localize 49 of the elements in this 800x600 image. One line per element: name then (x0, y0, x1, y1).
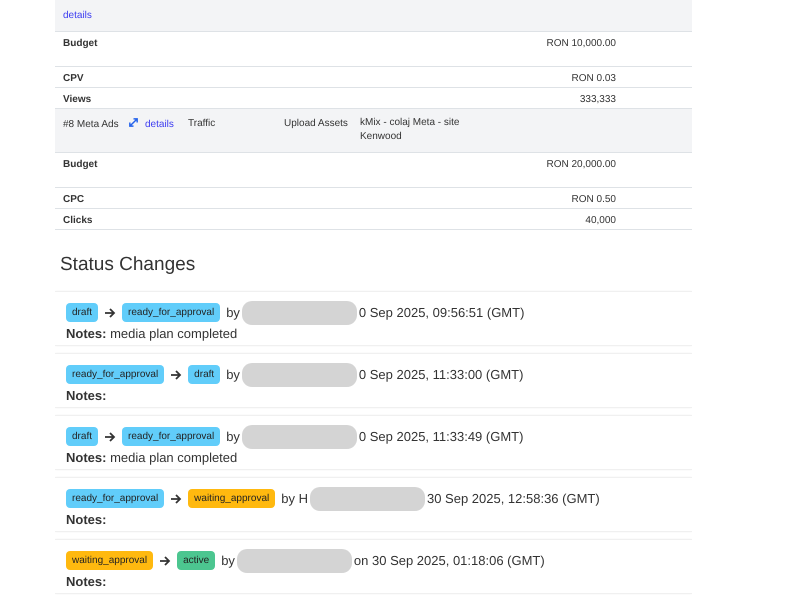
notes-text: Notes: (66, 388, 108, 404)
objective-text: Traffic (188, 117, 216, 131)
action-text: Upload Assets (284, 117, 349, 131)
author-text: by (221, 552, 235, 570)
metric-value: RON 0.03 (570, 72, 616, 86)
metric-value: RON 20,000.00 (546, 158, 616, 172)
status-badge: waiting_approval (188, 489, 276, 508)
metric-label: Views (63, 93, 92, 107)
arrow-icon (159, 554, 172, 566)
metric-value: RON 0.50 (570, 193, 616, 207)
arrow-icon (104, 306, 116, 318)
status-badge: waiting_approval (66, 551, 154, 570)
creative-text: kMix - colaj Meta - site Kenwood (360, 116, 460, 144)
timestamp-text: on 30 Sep 2025, 01:18:06 (GMT) (354, 552, 545, 570)
arrow-icon (170, 492, 182, 504)
author-text: by (226, 428, 240, 446)
timestamp-text: 30 Sep 2025, 12:58:36 (GMT) (426, 490, 600, 508)
timestamp-text: 0 Sep 2025, 11:33:49 (GMT) (358, 428, 524, 446)
status-badge: ready_for_approval (122, 303, 220, 322)
metric-label: Clicks (63, 214, 94, 228)
notes-text: Notes: media plan completed (66, 450, 238, 466)
arrow-icon (170, 368, 182, 380)
metric-value: RON 10,000.00 (546, 37, 616, 51)
metric-label: CPC (63, 193, 86, 207)
author-text: by (226, 366, 240, 384)
arrow-icon (104, 430, 116, 442)
status-badge: draft (66, 427, 98, 446)
campaign-name: #8 Meta Ads (63, 118, 120, 132)
metric-value: 333,333 (578, 93, 616, 107)
status-badge: draft (66, 303, 98, 322)
notes-text: Notes: (66, 512, 108, 528)
status-badge: draft (188, 365, 220, 384)
notes-text: Notes: (66, 574, 108, 590)
timestamp-text: 0 Sep 2025, 09:56:51 (GMT) (358, 304, 524, 322)
notes-text: Notes: media plan completed (66, 326, 238, 342)
metric-label: CPV (63, 72, 85, 86)
details-link[interactable]: details (145, 116, 188, 132)
details-link[interactable]: details (63, 7, 92, 23)
metric-label: Budget (63, 158, 98, 172)
section-heading: Status Changes (60, 253, 196, 277)
metric-label: Budget (63, 37, 98, 51)
status-badge: ready_for_approval (66, 489, 164, 508)
status-badge: active (177, 551, 216, 570)
author-text: by (226, 304, 240, 322)
status-badge: ready_for_approval (122, 427, 220, 446)
author-text: by H (281, 490, 308, 508)
timestamp-text: 0 Sep 2025, 11:33:00 (GMT) (358, 366, 524, 384)
status-badge: ready_for_approval (66, 365, 164, 384)
metric-value: 40,000 (584, 214, 616, 228)
